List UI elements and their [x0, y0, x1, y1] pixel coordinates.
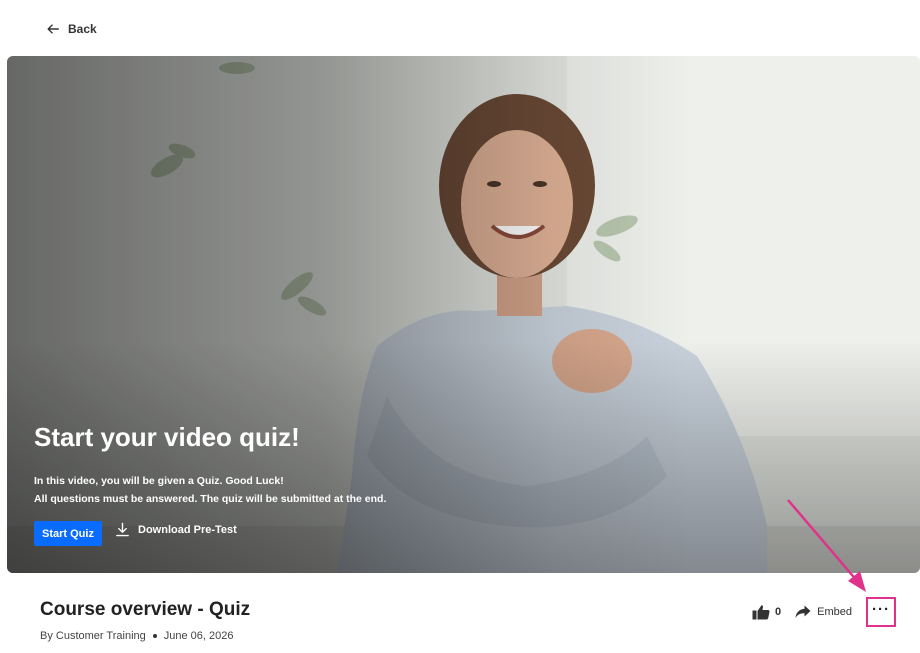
arrow-left-icon: [47, 24, 59, 34]
media-meta: By Customer Training June 06, 2026: [40, 630, 234, 642]
back-label: Back: [68, 22, 97, 36]
like-button[interactable]: 0: [752, 604, 781, 620]
download-pre-test-link[interactable]: Download Pre-Test: [115, 522, 237, 537]
embed-button[interactable]: Embed: [795, 605, 852, 619]
media-author[interactable]: By Customer Training: [40, 630, 146, 642]
back-link[interactable]: Back: [46, 22, 97, 36]
hero-description-line-1: In this video, you will be given a Quiz.…: [34, 475, 284, 487]
embed-label: Embed: [817, 606, 852, 618]
download-icon: [116, 522, 129, 537]
separator-dot: [152, 634, 157, 638]
like-count: 0: [775, 606, 782, 618]
more-icon: ···: [872, 600, 890, 618]
more-options-button[interactable]: ···: [866, 597, 896, 627]
thumbs-up-icon: [752, 605, 770, 620]
start-quiz-button[interactable]: Start Quiz: [34, 521, 102, 546]
share-arrow-icon: [795, 605, 811, 618]
hero-description-line-2: All questions must be answered. The quiz…: [34, 493, 387, 505]
download-label: Download Pre-Test: [138, 523, 237, 536]
media-date: June 06, 2026: [163, 630, 234, 642]
hero-title: Start your video quiz!: [34, 422, 300, 452]
media-title: Course overview - Quiz: [40, 599, 251, 620]
video-hero[interactable]: Start your video quiz! In this video, yo…: [7, 56, 920, 573]
media-actions: 0 Embed ···: [752, 597, 896, 627]
